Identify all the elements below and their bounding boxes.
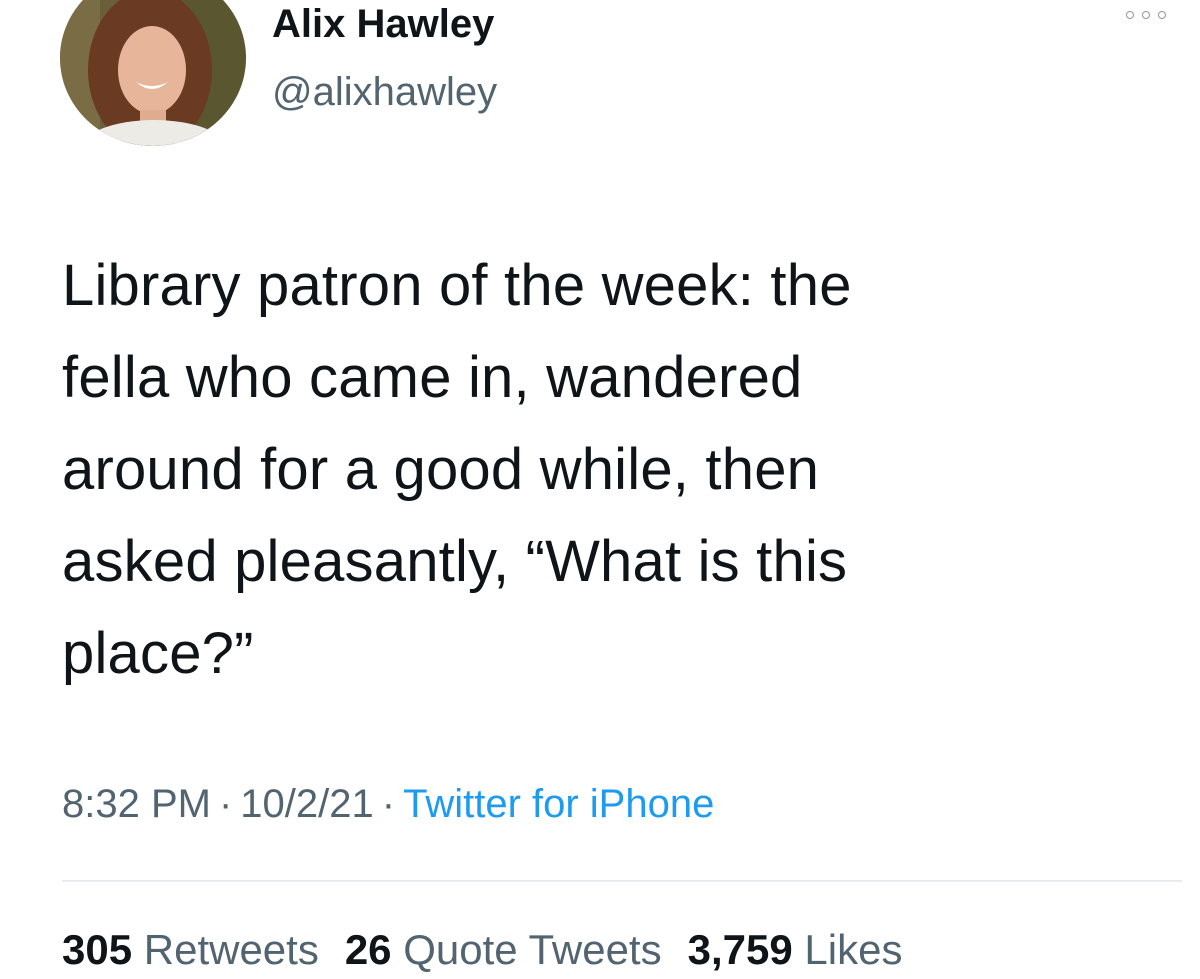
meta-separator: · — [381, 782, 396, 826]
likes-label: Likes — [804, 926, 903, 973]
quotes-label: Quote Tweets — [403, 926, 662, 973]
tweet-text: Library patron of the week: the fella wh… — [62, 253, 852, 686]
tweet-stats: 305 Retweets 26 Quote Tweets 3,759 Likes — [62, 922, 902, 978]
author-handle[interactable]: @alixhawley — [272, 68, 497, 116]
author-display-name[interactable]: Alix Hawley — [272, 0, 494, 48]
divider — [62, 880, 1182, 882]
tweet-meta: 8:32 PM · 10/2/21 · Twitter for iPhone — [62, 778, 714, 830]
tweet-date[interactable]: 10/2/21 — [240, 782, 373, 826]
retweets-label: Retweets — [143, 926, 319, 973]
retweets-stat[interactable]: 305 Retweets — [62, 926, 319, 973]
quotes-count: 26 — [344, 926, 392, 973]
tweet-source-link[interactable]: Twitter for iPhone — [403, 782, 714, 826]
more-dot — [1158, 11, 1166, 19]
profile-photo — [60, 0, 246, 146]
avatar[interactable] — [60, 0, 246, 146]
more-dot — [1126, 11, 1134, 19]
tweet-time[interactable]: 8:32 PM — [62, 782, 211, 826]
quote-tweets-stat[interactable]: 26 Quote Tweets — [345, 926, 662, 973]
more-options-icon[interactable] — [1126, 6, 1166, 24]
likes-count: 3,759 — [687, 926, 793, 973]
retweets-count: 305 — [62, 926, 133, 973]
meta-separator: · — [218, 782, 233, 826]
likes-stat[interactable]: 3,759 Likes — [688, 926, 903, 973]
more-dot — [1142, 11, 1150, 19]
